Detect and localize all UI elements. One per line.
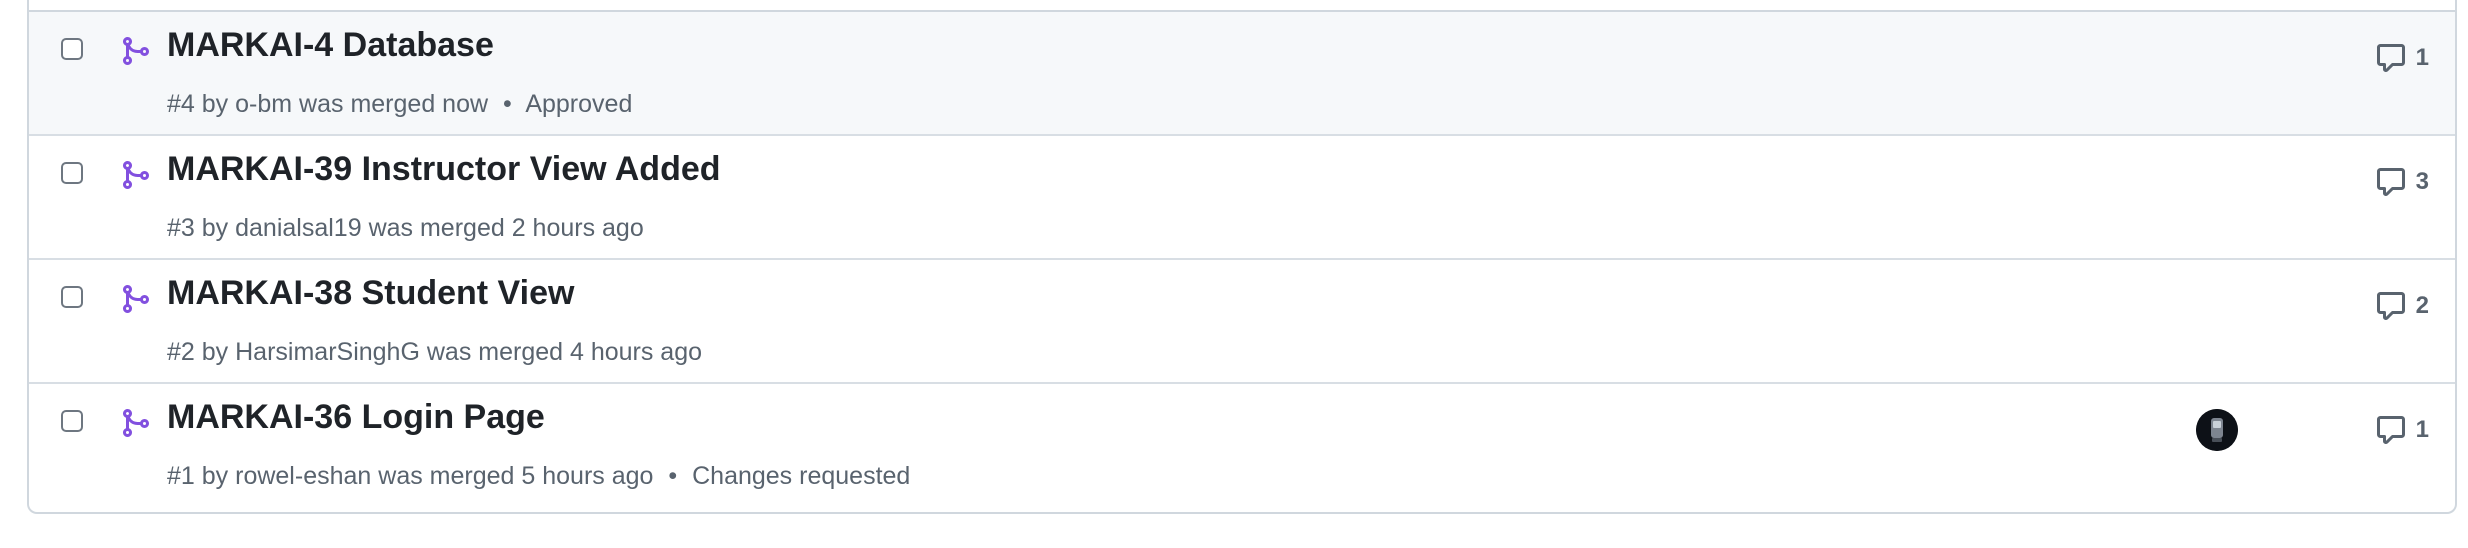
comment-count: 2 [2415,292,2429,319]
select-checkbox[interactable] [61,38,83,60]
pull-request-title[interactable]: MARKAI-39 Instructor View Added [167,150,721,189]
pull-request-number: #1 [167,462,195,490]
comment-icon [2376,416,2405,444]
git-merge-icon [123,285,150,313]
pull-request-row[interactable]: MARKAI-38 Student View #2 by HarsimarSin… [29,260,2455,384]
pull-request-row[interactable]: MARKAI-36 Login Page #1 by rowel-eshan w… [29,384,2455,508]
git-merge-icon [123,37,150,65]
pull-request-number: #3 [167,214,195,242]
comment-count: 1 [2415,44,2429,71]
pull-request-title[interactable]: MARKAI-38 Student View [167,274,574,313]
merge-status: was merged 4 hours ago [426,338,703,366]
review-status[interactable]: Approved [525,90,632,118]
author-link[interactable]: danialsal19 [235,214,362,242]
comments-link[interactable]: 2 [2374,290,2429,322]
comments-link[interactable]: 1 [2374,414,2429,446]
pull-request-list: MARKAI-4 Database #4 by o-bm was merged … [27,0,2457,514]
comment-count: 3 [2415,168,2429,195]
comment-count: 1 [2415,416,2429,443]
select-checkbox[interactable] [61,162,83,184]
review-status[interactable]: Changes requested [692,462,910,490]
by-label: by [201,462,229,490]
by-label: by [201,338,229,366]
pull-request-number: #4 [167,90,195,118]
meta-separator: • [668,462,678,490]
git-merge-icon [123,161,150,189]
pull-request-row[interactable]: MARKAI-39 Instructor View Added #3 by da… [29,136,2455,260]
pull-request-number: #2 [167,338,195,366]
pull-request-meta: #4 by o-bm was merged now • Approved [167,90,632,119]
author-link[interactable]: HarsimarSinghG [235,338,420,366]
pull-request-title[interactable]: MARKAI-4 Database [167,26,494,65]
select-checkbox[interactable] [61,410,83,432]
pull-request-row[interactable]: MARKAI-4 Database #4 by o-bm was merged … [29,12,2455,136]
select-checkbox[interactable] [61,286,83,308]
comment-icon [2376,44,2405,72]
merge-status: was merged 5 hours ago [378,462,654,490]
git-merge-icon [123,409,150,437]
pull-request-meta: #3 by danialsal19 was merged 2 hours ago [167,214,644,243]
author-link[interactable]: o-bm [235,90,292,118]
by-label: by [201,90,229,118]
reviewer-avatar-image [2196,409,2238,451]
pull-request-meta: #1 by rowel-eshan was merged 5 hours ago… [167,462,910,491]
merge-status: was merged 2 hours ago [368,214,644,242]
author-link[interactable]: rowel-eshan [235,462,371,490]
meta-separator: • [502,90,512,118]
comment-icon [2376,168,2405,196]
merge-status: was merged now [299,90,489,118]
pull-request-title[interactable]: MARKAI-36 Login Page [167,398,545,437]
by-label: by [201,214,229,242]
comments-link[interactable]: 1 [2374,42,2429,74]
reviewer-avatar[interactable] [2196,409,2238,451]
pull-request-meta: #2 by HarsimarSinghG was merged 4 hours … [167,338,702,367]
comments-link[interactable]: 3 [2374,166,2429,198]
comment-icon [2376,292,2405,320]
